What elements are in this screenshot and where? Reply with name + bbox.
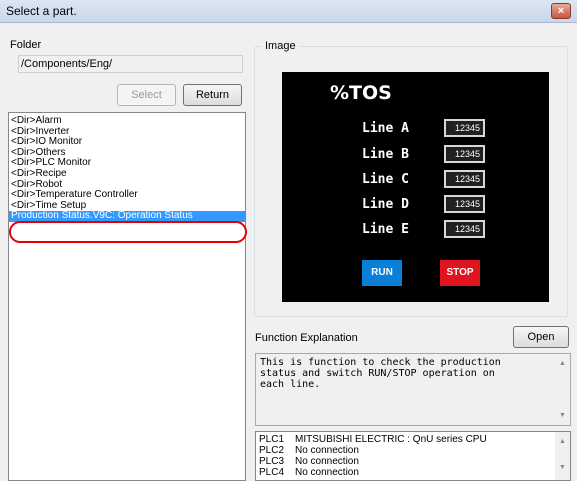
plc-id: PLC2 bbox=[259, 445, 285, 456]
plc-row: PLC4 No connection bbox=[259, 468, 359, 478]
explanation-scrollbar[interactable]: ▲ ▼ bbox=[555, 354, 570, 425]
line-label: Line C bbox=[362, 172, 409, 187]
close-icon: × bbox=[557, 5, 565, 17]
plc-value: No connection bbox=[295, 445, 359, 456]
parts-list[interactable]: <Dir>Alarm <Dir>Inverter <Dir>IO Monitor… bbox=[8, 112, 246, 481]
line-label: Line E bbox=[362, 222, 409, 237]
plc-value: No connection bbox=[295, 467, 359, 478]
window-title: Select a part. bbox=[6, 4, 77, 18]
line-value-box: 12345 bbox=[444, 145, 485, 163]
line-label: Line A bbox=[362, 121, 409, 136]
stop-button-preview: STOP bbox=[440, 260, 480, 286]
line-label: Line B bbox=[362, 147, 409, 162]
scroll-down-icon[interactable]: ▼ bbox=[555, 408, 570, 423]
plc-row: PLC3 No connection bbox=[259, 457, 359, 467]
title-bar: Select a part. × bbox=[0, 0, 577, 23]
scroll-up-icon[interactable]: ▲ bbox=[555, 356, 570, 371]
folder-label: Folder bbox=[10, 39, 42, 51]
plc-value: MITSUBISHI ELECTRIC : QnU series CPU bbox=[295, 434, 487, 445]
scroll-up-icon[interactable]: ▲ bbox=[555, 434, 570, 449]
function-explanation-label: Function Explanation bbox=[255, 332, 358, 344]
plc-id: PLC3 bbox=[259, 456, 285, 467]
preview-title: %TOS bbox=[330, 82, 392, 104]
plc-row: PLC2 No connection bbox=[259, 446, 359, 456]
function-explanation-text: This is function to check the production… bbox=[260, 357, 501, 390]
select-button[interactable]: Select bbox=[117, 84, 176, 106]
part-preview: %TOS Line A 12345 Line B 12345 Line C 12… bbox=[282, 72, 549, 302]
list-item[interactable]: <Dir>Recipe bbox=[9, 168, 245, 180]
image-label: Image bbox=[262, 40, 299, 52]
list-item[interactable]: <Dir>Alarm bbox=[9, 115, 245, 127]
highlight-ring bbox=[9, 221, 247, 243]
plc-row: PLC1 MITSUBISHI ELECTRIC : QnU series CPU bbox=[259, 435, 487, 445]
plc-scrollbar[interactable]: ▲ ▼ bbox=[555, 432, 570, 480]
open-button[interactable]: Open bbox=[513, 326, 569, 348]
line-value-box: 12345 bbox=[444, 170, 485, 188]
plc-id: PLC4 bbox=[259, 467, 285, 478]
close-button[interactable]: × bbox=[551, 3, 571, 19]
folder-path-field: /Components/Eng/ bbox=[18, 55, 243, 73]
line-value-box: 12345 bbox=[444, 220, 485, 238]
plc-value: No connection bbox=[295, 456, 359, 467]
run-button-preview: RUN bbox=[362, 260, 402, 286]
line-label: Line D bbox=[362, 197, 409, 212]
line-value-box: 12345 bbox=[444, 195, 485, 213]
plc-id: PLC1 bbox=[259, 434, 285, 445]
return-button[interactable]: Return bbox=[183, 84, 242, 106]
line-value-box: 12345 bbox=[444, 119, 485, 137]
scroll-down-icon[interactable]: ▼ bbox=[555, 460, 570, 475]
plc-list[interactable]: PLC1 MITSUBISHI ELECTRIC : QnU series CPU… bbox=[255, 431, 571, 481]
function-explanation-box[interactable]: This is function to check the production… bbox=[255, 353, 571, 426]
